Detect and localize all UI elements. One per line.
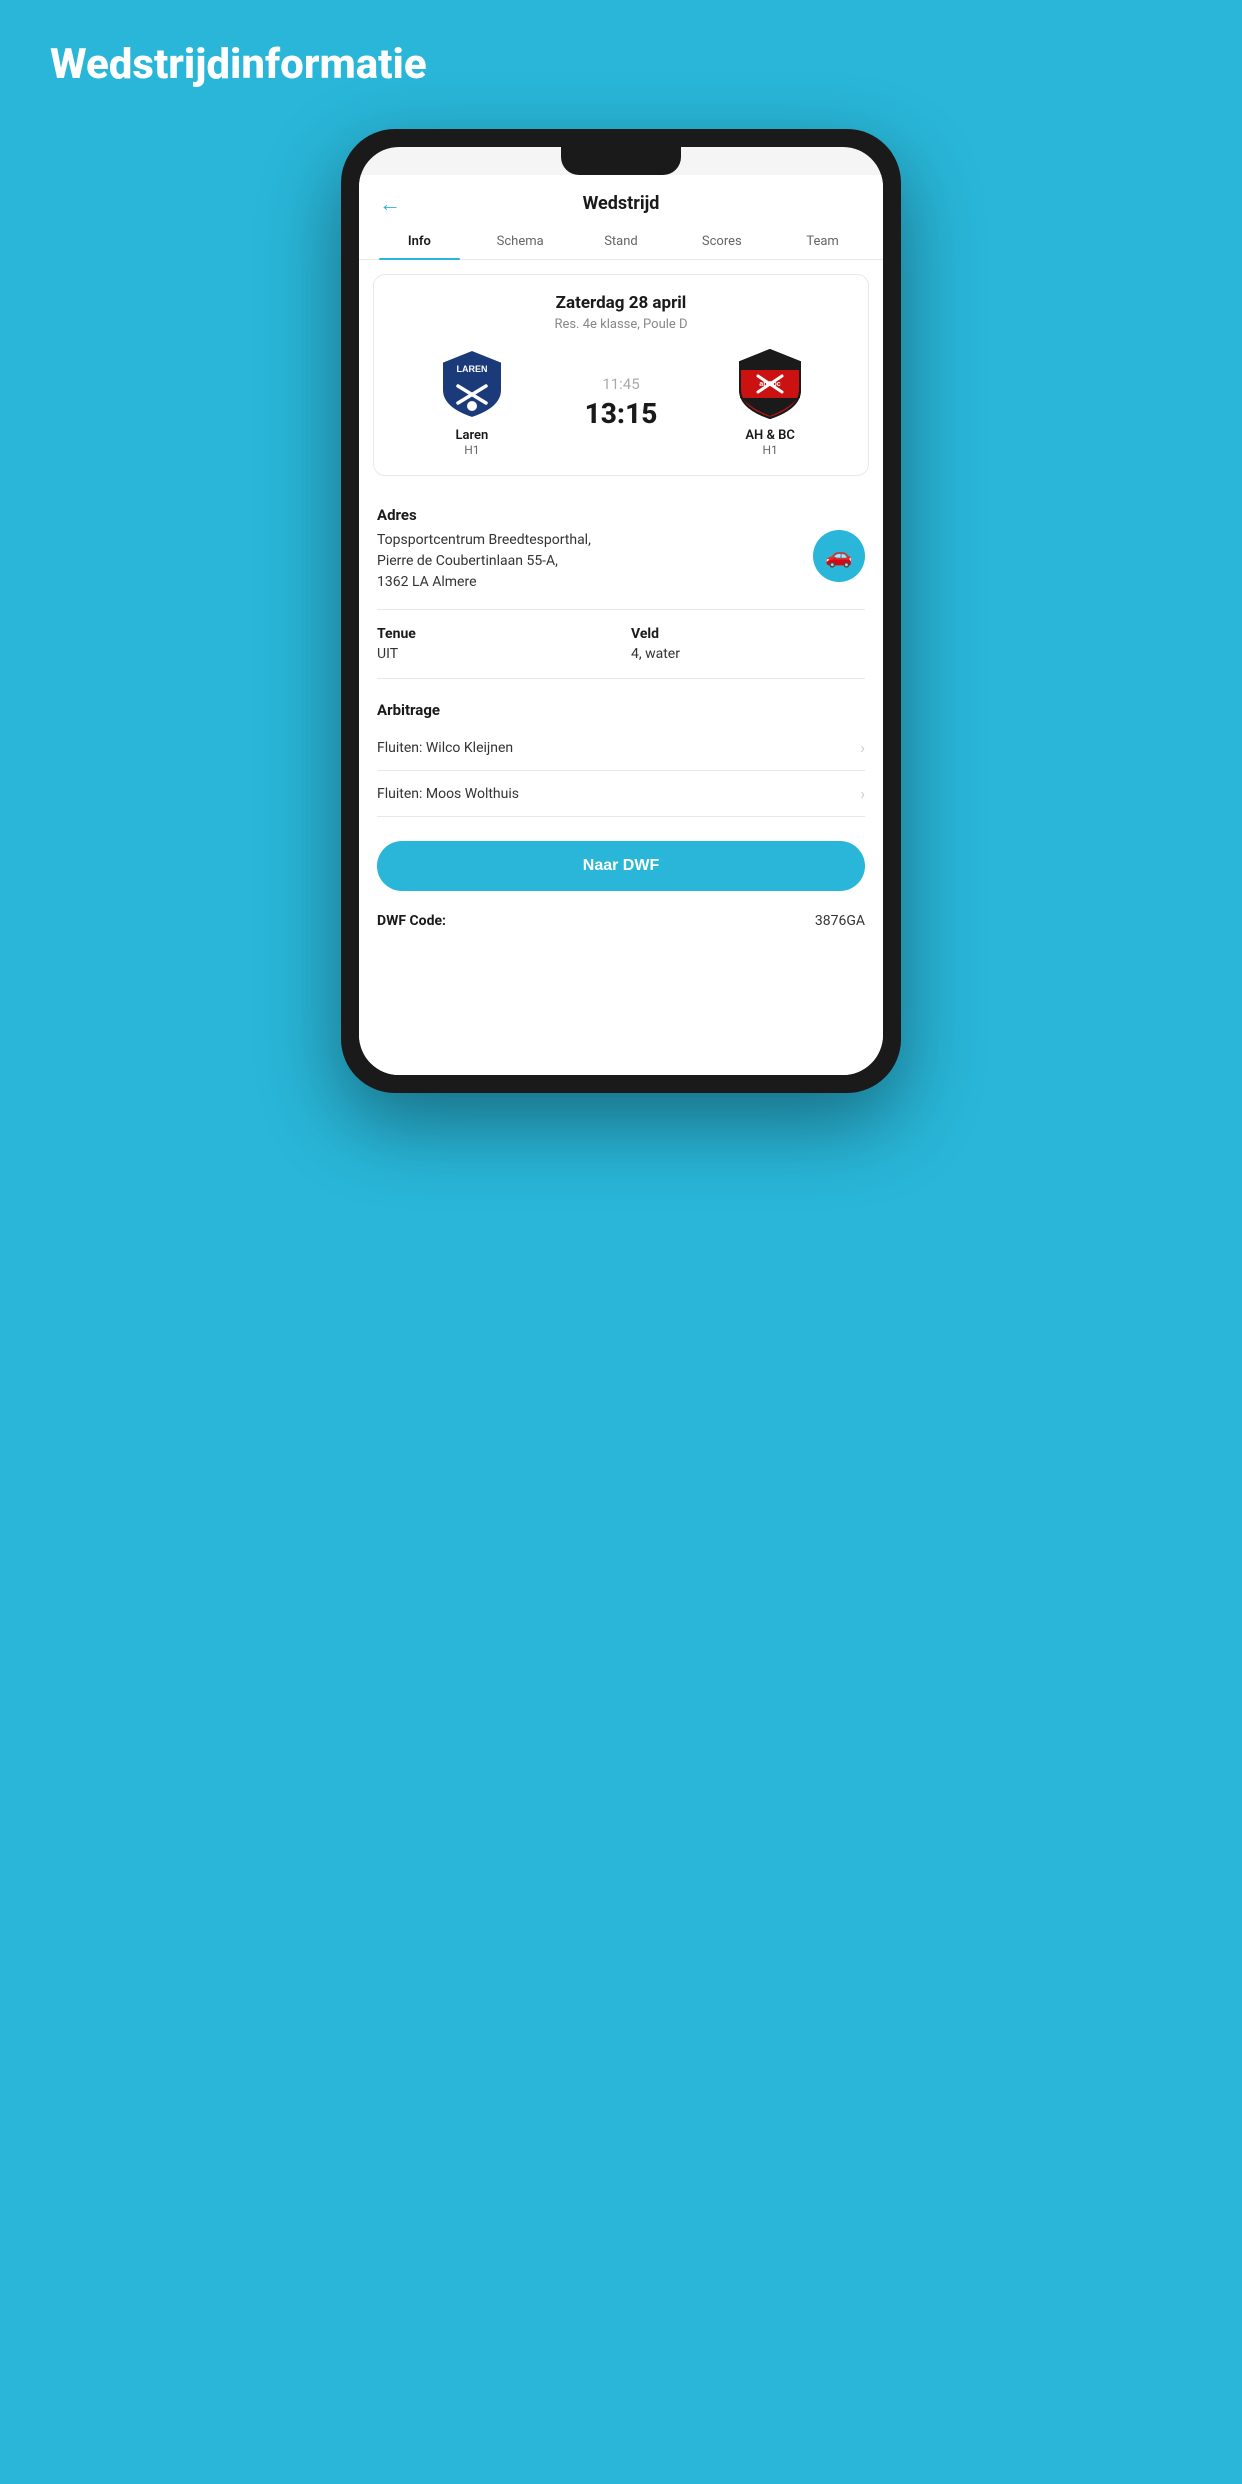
address-section: Adres Topsportcentrum Breedtesporthal,Pi…: [359, 490, 883, 601]
away-team-sub: H1: [762, 443, 777, 457]
divider-1: [377, 609, 865, 610]
phone-mockup: ← Wedstrijd Info Schema Stand Scores Te: [341, 129, 901, 1093]
phone-screen: ← Wedstrijd Info Schema Stand Scores Te: [359, 147, 883, 1075]
match-date: Zaterdag 28 april: [388, 293, 854, 313]
page-title: Wedstrijdinformatie: [20, 40, 427, 89]
back-button[interactable]: ←: [379, 191, 401, 217]
veld-block: Veld 4, water: [631, 626, 865, 662]
tenue-veld-row: Tenue UIT Veld 4, water: [359, 618, 883, 670]
away-team: ah&bc AH & BC H1: [715, 348, 825, 457]
score-time: 11:45: [602, 375, 639, 393]
veld-value: 4, water: [631, 646, 865, 662]
home-team-logo: LAREN: [440, 348, 504, 420]
tab-scores[interactable]: Scores: [671, 224, 772, 259]
header-title: Wedstrijd: [583, 193, 660, 214]
tabs-bar: Info Schema Stand Scores Team: [359, 224, 883, 260]
dwf-code-value: 3876GA: [815, 913, 865, 929]
arbitrage-item-1[interactable]: Fluiten: Wilco Kleijnen ›: [377, 725, 865, 771]
tab-stand[interactable]: Stand: [571, 224, 672, 259]
tab-schema[interactable]: Schema: [470, 224, 571, 259]
tenue-block: Tenue UIT: [377, 626, 611, 662]
arbitrage-item-2[interactable]: Fluiten: Moos Wolthuis ›: [377, 771, 865, 817]
home-team-name: Laren: [455, 428, 488, 443]
directions-button[interactable]: 🚗: [813, 530, 865, 582]
svg-text:ah&bc: ah&bc: [759, 381, 781, 388]
app-header: ← Wedstrijd: [359, 175, 883, 224]
tenue-label: Tenue: [377, 626, 611, 642]
home-team: LAREN Laren H1: [417, 348, 527, 457]
tenue-value: UIT: [377, 646, 611, 662]
home-team-sub: H1: [464, 443, 479, 457]
dwf-code-label: DWF Code:: [377, 913, 446, 929]
divider-2: [377, 678, 865, 679]
arbitrage-section: Arbitrage Fluiten: Wilco Kleijnen › Flui…: [359, 687, 883, 823]
address-label: Adres: [377, 506, 865, 524]
tab-team[interactable]: Team: [772, 224, 873, 259]
address-row: Topsportcentrum Breedtesporthal,Pierre d…: [377, 530, 865, 593]
score-main: 13:15: [585, 397, 658, 430]
away-team-name: AH & BC: [745, 428, 795, 443]
address-text: Topsportcentrum Breedtesporthal,Pierre d…: [377, 530, 801, 593]
svg-text:LAREN: LAREN: [456, 364, 487, 374]
chevron-icon-1: ›: [860, 738, 865, 757]
tab-info[interactable]: Info: [369, 224, 470, 259]
phone-notch: [561, 147, 681, 175]
arbitrage-text-2: Fluiten: Moos Wolthuis: [377, 786, 519, 802]
match-teams: LAREN Laren H1: [388, 348, 854, 457]
veld-label: Veld: [631, 626, 865, 642]
arbitrage-label: Arbitrage: [377, 701, 865, 719]
match-card: Zaterdag 28 april Res. 4e klasse, Poule …: [373, 274, 869, 476]
match-league: Res. 4e klasse, Poule D: [388, 317, 854, 332]
arbitrage-text-1: Fluiten: Wilco Kleijnen: [377, 740, 513, 756]
car-icon: 🚗: [825, 544, 852, 569]
dwf-row: DWF Code: 3876GA: [359, 901, 883, 945]
chevron-icon-2: ›: [860, 784, 865, 803]
cta-section: Naar DWF: [359, 823, 883, 901]
score-block: 11:45 13:15: [585, 375, 658, 430]
naar-dwf-button[interactable]: Naar DWF: [377, 841, 865, 891]
app-content: ← Wedstrijd Info Schema Stand Scores Te: [359, 175, 883, 1075]
away-team-logo: ah&bc: [738, 348, 802, 420]
